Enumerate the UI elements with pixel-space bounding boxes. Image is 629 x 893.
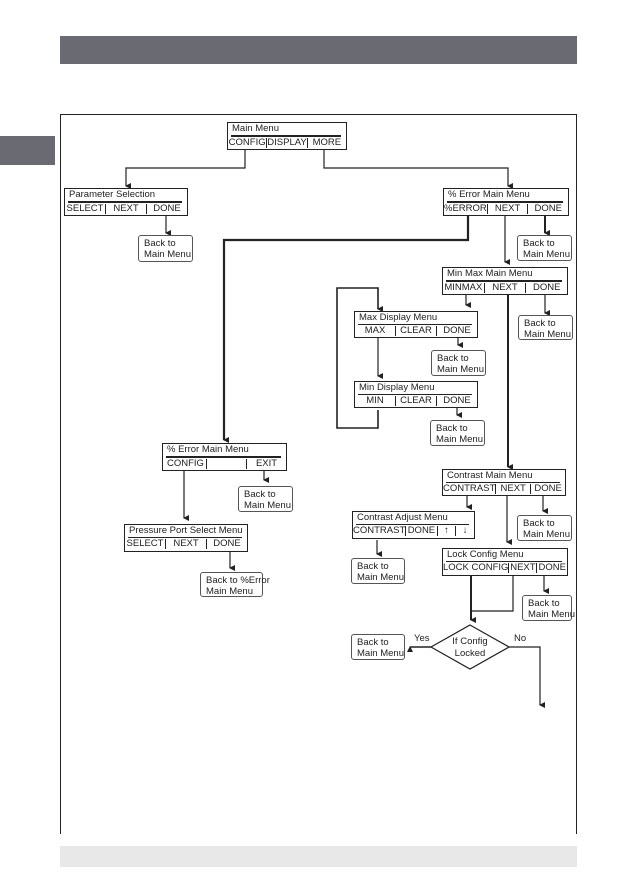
minmax-main-menu-box: Min Max Main Menu MINMAX NEXT DONE <box>442 267 568 295</box>
main-menu-option-config[interactable]: CONFIG <box>228 138 268 148</box>
max-option-done[interactable]: DONE <box>437 326 477 336</box>
error-main-menu-left-title: % Error Main Menu <box>167 444 249 455</box>
main-menu-title: Main Menu <box>232 123 279 134</box>
param-option-select[interactable]: SELECT <box>65 204 106 214</box>
back-to-main-param: Back to Main Menu <box>138 235 193 262</box>
back-to-error-main: Back to %Error Main Menu <box>200 572 270 597</box>
lock-option-lock-config[interactable]: LOCK CONFIG <box>443 563 510 573</box>
max-display-menu-box: Max Display Menu MAX CLEAR DONE <box>354 311 478 338</box>
param-option-done[interactable]: DONE <box>147 204 187 214</box>
error-main-menu-top-title: % Error Main Menu <box>448 189 530 200</box>
param-option-next[interactable]: NEXT <box>106 204 147 214</box>
pressure-port-menu-box: Pressure Port Select Menu SELECT NEXT DO… <box>124 524 248 552</box>
back-to-main-max: Back to Main Menu <box>431 350 486 376</box>
main-menu-option-more[interactable]: MORE <box>308 138 346 148</box>
min-option-clear[interactable]: CLEAR <box>396 396 437 406</box>
back-to-main-contrast: Back to Main Menu <box>517 515 572 541</box>
minmax-option-done[interactable]: DONE <box>526 283 567 293</box>
arrow-up-icon[interactable]: ↑ <box>438 526 457 536</box>
contrast-option-next[interactable]: NEXT <box>496 484 532 494</box>
error-option-done[interactable]: DONE <box>528 204 568 214</box>
decision-line-2: Locked <box>454 648 486 659</box>
main-menu-box: Main Menu CONFIG DISPLAY MORE <box>227 122 347 150</box>
no-label: No <box>514 633 527 644</box>
back-to-main-min: Back to Main Menu <box>430 420 485 446</box>
pressure-port-menu-title: Pressure Port Select Menu <box>129 525 243 536</box>
left-error-option-exit[interactable]: EXIT <box>247 459 286 469</box>
contrast-option-done[interactable]: DONE <box>531 484 565 494</box>
adjust-option-done[interactable]: DONE <box>406 526 438 536</box>
error-option-error[interactable]: %ERROR <box>444 204 488 214</box>
line-more-to-error <box>323 149 513 189</box>
contrast-adjust-menu-title: Contrast Adjust Menu <box>357 512 448 523</box>
minmax-option-next[interactable]: NEXT <box>485 283 527 293</box>
contrast-option-contrast[interactable]: CONTRAST <box>443 484 497 494</box>
parameter-selection-title: Parameter Selection <box>69 189 156 200</box>
max-display-menu-title: Max Display Menu <box>359 312 438 323</box>
error-option-next[interactable]: NEXT <box>488 204 529 214</box>
minmax-main-menu-title: Min Max Main Menu <box>447 268 533 279</box>
pressure-option-next[interactable]: NEXT <box>166 539 207 549</box>
min-display-menu-title: Min Display Menu <box>359 382 435 393</box>
left-error-option-config[interactable]: CONFIG <box>163 459 207 469</box>
back-to-main-left-error: Back to Main Menu <box>238 486 293 512</box>
lock-config-menu-box: Lock Config Menu LOCK CONFIG NEXT DONE <box>442 548 568 576</box>
line-lock-next <box>471 575 514 612</box>
pressure-option-done[interactable]: DONE <box>207 539 247 549</box>
decision-text: If Config Locked <box>440 636 500 660</box>
max-option-clear[interactable]: CLEAR <box>396 326 437 336</box>
min-option-done[interactable]: DONE <box>437 396 477 406</box>
decision-line-1: If Config <box>452 636 488 647</box>
minmax-option-minmax[interactable]: MINMAX <box>443 283 485 293</box>
arrow-down-icon[interactable]: ↓ <box>456 526 474 536</box>
lock-config-menu-title: Lock Config Menu <box>447 549 524 560</box>
error-main-menu-top-box: % Error Main Menu %ERROR NEXT DONE <box>443 188 569 216</box>
yes-label: Yes <box>414 633 430 644</box>
left-error-option-blank <box>207 459 247 469</box>
back-to-main-yes: Back to Main Menu <box>351 634 405 660</box>
pressure-option-select[interactable]: SELECT <box>125 539 166 549</box>
min-option-min[interactable]: MIN <box>355 396 396 406</box>
error-main-menu-left-box: % Error Main Menu CONFIG EXIT <box>162 443 287 471</box>
lock-option-done[interactable]: DONE <box>537 563 567 573</box>
min-display-menu-box: Min Display Menu MIN CLEAR DONE <box>354 381 478 408</box>
main-menu-option-display[interactable]: DISPLAY <box>267 138 308 148</box>
contrast-main-menu-title: Contrast Main Menu <box>447 470 533 481</box>
back-to-main-lock: Back to Main Menu <box>522 595 575 621</box>
lock-option-next[interactable]: NEXT <box>509 563 538 573</box>
max-option-max[interactable]: MAX <box>355 326 396 336</box>
contrast-main-menu-box: Contrast Main Menu CONTRAST NEXT DONE <box>442 469 566 496</box>
contrast-adjust-menu-box: Contrast Adjust Menu CONTRAST DONE ↑ ↓ <box>352 511 475 539</box>
line-config-to-param <box>125 149 246 189</box>
back-to-main-error: Back to Main Menu <box>517 235 572 261</box>
parameter-selection-box: Parameter Selection SELECT NEXT DONE <box>64 188 188 216</box>
line-no <box>509 646 545 708</box>
back-to-main-adjust: Back to Main Menu <box>351 558 405 584</box>
back-to-main-minmax: Back to Main Menu <box>518 315 573 340</box>
adjust-option-contrast[interactable]: CONTRAST <box>353 526 407 536</box>
